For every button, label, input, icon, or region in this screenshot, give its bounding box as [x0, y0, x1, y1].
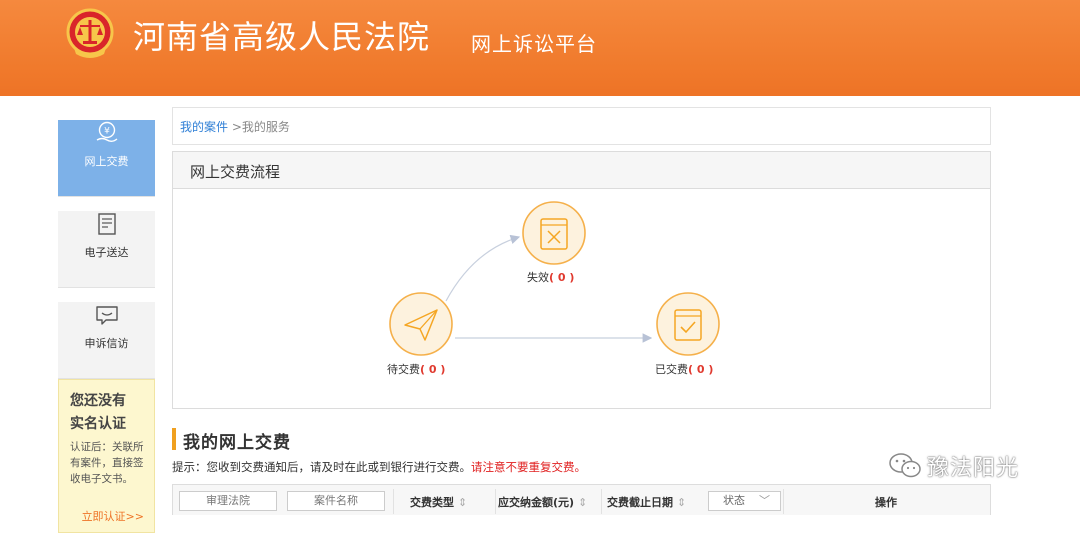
flow-diagram [389, 201, 720, 356]
payment-flow-panel: 网上交费流程 待交费(0) 失效(0) 已交费(0) [172, 151, 991, 409]
real-name-notice: 您还没有 实名认证 认证后：关联所有案件，直接签收电子文书。 立即认证>> [58, 379, 155, 533]
flow-node-paid [656, 292, 720, 356]
cert-description: 认证后：关联所有案件，直接签收电子文书。 [70, 441, 144, 485]
cert-title-line1: 您还没有 [70, 393, 126, 409]
operation-column-header: 操作 [875, 496, 897, 509]
amount-label: 应交纳金额(元) [498, 496, 575, 509]
sidebar-item-label: 网上交费 [84, 155, 129, 168]
sort-icon: ⇕ [578, 496, 588, 509]
paid-count: ( 0 ) [688, 363, 714, 376]
flow-arrow-to-invalid [445, 234, 521, 302]
watermark-text: 豫法阳光 [927, 456, 1020, 481]
chevron-down-icon: ﹀ [759, 494, 770, 507]
payments-table-header: 审理法院 案件名称 交费类型 ⇕ 应交纳金额(元) ⇕ 交费截止日期 ⇕ 状态 ﹀ 操… [172, 484, 991, 515]
top-banner: 河南省高级人民法院 网上诉讼平台 [0, 0, 1080, 96]
platform-subtitle: 网上诉讼平台 [471, 32, 597, 56]
deadline-label: 交费截止日期 [607, 496, 673, 509]
invalid-label-text: 失效 [527, 271, 549, 284]
sort-icon: ⇕ [677, 496, 687, 509]
court-title: 河南省高级人民法院 [133, 18, 431, 56]
document-icon [97, 213, 116, 235]
breadcrumb-separator: > [228, 120, 242, 134]
case-name-filter-input[interactable]: 案件名称 [287, 491, 385, 511]
cert-title-line2: 实名认证 [70, 416, 126, 432]
sidebar-item-e-delivery[interactable]: 电子送达 [58, 211, 155, 288]
sort-icon: ⇕ [458, 496, 468, 509]
sidebar-item-label: 申诉信访 [84, 337, 129, 350]
breadcrumb-my-cases[interactable]: 我的案件 [180, 120, 228, 134]
yen-hand-icon: ¥ [96, 121, 117, 142]
flow-node-invalid [522, 201, 586, 265]
pending-count: ( 0 ) [420, 363, 446, 376]
my-payments-heading: 我的网上交费 [172, 428, 291, 453]
pending-label: 待交费( 0 ) [387, 361, 445, 377]
status-filter-select[interactable]: 状态 ﹀ [708, 491, 781, 511]
payment-tip: 提示：您收到交费通知后，请及时在此或到银行进行交费。请注意不要重复交费。 [172, 459, 586, 475]
flow-node-pending [389, 292, 453, 356]
pending-label-text: 待交费 [387, 363, 420, 376]
breadcrumb-current: 我的服务 [241, 120, 290, 134]
tip-text: 提示：您收到交费通知后，请及时在此或到银行进行交费。 [172, 460, 471, 474]
flow-panel-title: 网上交费流程 [173, 152, 990, 189]
amount-sort[interactable]: 应交纳金额(元) ⇕ [498, 494, 587, 510]
verify-now-link[interactable]: 立即认证>> [82, 508, 144, 524]
wechat-icon [889, 453, 921, 478]
tip-warning: 请注意不要重复交费。 [471, 460, 586, 474]
fee-type-label: 交费类型 [410, 496, 454, 509]
svg-text:¥: ¥ [104, 127, 110, 137]
status-label: 状态 [723, 494, 745, 507]
invalid-label: 失效( 0 ) [527, 269, 574, 285]
sidebar-item-online-payment[interactable]: ¥ 网上交费 [58, 120, 155, 197]
fee-type-sort[interactable]: 交费类型 ⇕ [410, 494, 467, 510]
court-emblem-icon [66, 8, 114, 58]
sidebar-item-label: 电子送达 [84, 246, 129, 259]
breadcrumb: 我的案件 >我的服务 [172, 107, 991, 145]
sidebar-item-petition[interactable]: 申诉信访 [58, 302, 155, 379]
paid-label: 已交费( 0 ) [655, 361, 713, 377]
deadline-sort[interactable]: 交费截止日期 ⇕ [607, 494, 686, 510]
chat-bubble-icon [95, 306, 118, 325]
sidebar: ¥ 网上交费 电子送达 申诉信访 您还没有 实名认证 认证后：关联所有案件，直接… [58, 106, 155, 533]
invalid-count: ( 0 ) [549, 271, 575, 284]
paid-label-text: 已交费 [655, 363, 688, 376]
court-filter-input[interactable]: 审理法院 [179, 491, 277, 511]
